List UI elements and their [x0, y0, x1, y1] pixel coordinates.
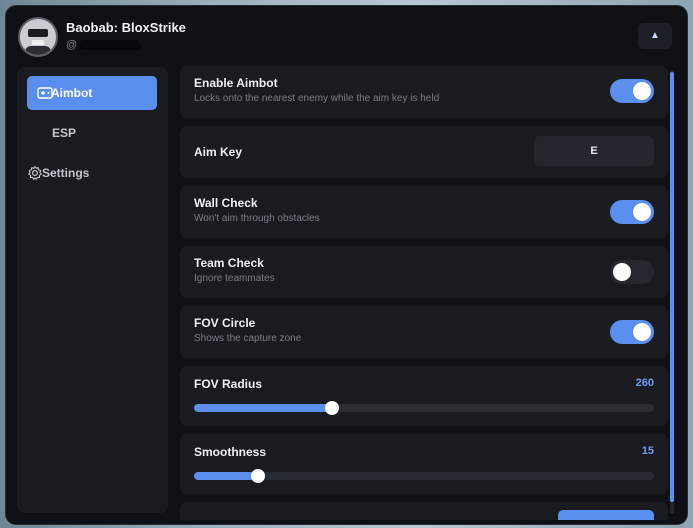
sidebar-item-settings[interactable]: Settings	[27, 156, 157, 190]
fov-radius-row: FOV Radius 260	[180, 366, 668, 426]
slider-value: 260	[635, 377, 654, 389]
username: @	[66, 39, 142, 51]
avatar	[18, 17, 58, 57]
redacted-username	[79, 40, 142, 51]
app-title: Baobab: BloxStrike	[66, 20, 186, 35]
setting-name: FOV Circle	[194, 316, 256, 330]
setting-description: Locks onto the nearest enemy while the a…	[194, 93, 440, 104]
fov-circle-toggle[interactable]	[610, 320, 654, 344]
fov-circle-row: FOV Circle Shows the capture zone	[180, 306, 668, 358]
partial-button[interactable]	[558, 510, 654, 520]
setting-name: Enable Aimbot	[194, 76, 278, 90]
team-check-toggle[interactable]	[610, 260, 654, 284]
sidebar: Aimbot ESP Settings	[17, 67, 168, 513]
scrollbar[interactable]	[670, 70, 674, 514]
slider-thumb[interactable]	[325, 401, 339, 415]
aimbot-panel: Enable Aimbot Locks onto the nearest ene…	[180, 66, 668, 520]
header: Baobab: BloxStrike @ ▲	[6, 6, 687, 64]
setting-name: Aim Key	[194, 145, 243, 159]
sidebar-item-label: Aimbot	[51, 86, 93, 100]
fov-radius-slider[interactable]	[194, 401, 654, 415]
scrollbar-thumb[interactable]	[670, 72, 674, 502]
setting-description: Shows the capture zone	[194, 333, 302, 344]
smoothness-row: Smoothness 15	[180, 434, 668, 494]
aim-key-button[interactable]: E	[534, 136, 654, 166]
setting-name: Team Check	[194, 256, 264, 270]
partial-row	[180, 502, 668, 520]
app-window: Baobab: BloxStrike @ ▲ Aimbot ESP Settin…	[6, 6, 687, 524]
slider-fill	[194, 472, 259, 480]
chevron-up-icon: ▲	[650, 30, 660, 41]
wall-check-toggle[interactable]	[610, 200, 654, 224]
smoothness-slider[interactable]	[194, 469, 654, 483]
sidebar-item-esp[interactable]: ESP	[27, 116, 157, 150]
setting-name: Smoothness	[194, 445, 267, 459]
username-prefix: @	[66, 39, 78, 51]
setting-name: Wall Check	[194, 196, 258, 210]
enable-aimbot-toggle[interactable]	[610, 79, 654, 103]
sidebar-item-aimbot[interactable]: Aimbot	[27, 76, 157, 110]
slider-fill	[194, 404, 332, 412]
sidebar-item-label: ESP	[52, 126, 77, 140]
setting-description: Ignore teammates	[194, 273, 275, 284]
slider-value: 15	[641, 445, 654, 457]
team-check-row: Team Check Ignore teammates	[180, 246, 668, 298]
collapse-button[interactable]: ▲	[638, 23, 672, 49]
wall-check-row: Wall Check Won't aim through obstacles	[180, 186, 668, 238]
enable-aimbot-row: Enable Aimbot Locks onto the nearest ene…	[180, 66, 668, 118]
slider-thumb[interactable]	[251, 469, 266, 483]
setting-name: FOV Radius	[194, 377, 263, 391]
setting-description: Won't aim through obstacles	[194, 213, 320, 224]
gear-icon	[28, 165, 42, 180]
sidebar-item-label: Settings	[42, 166, 90, 180]
aim-key-row: Aim Key E	[180, 126, 668, 178]
